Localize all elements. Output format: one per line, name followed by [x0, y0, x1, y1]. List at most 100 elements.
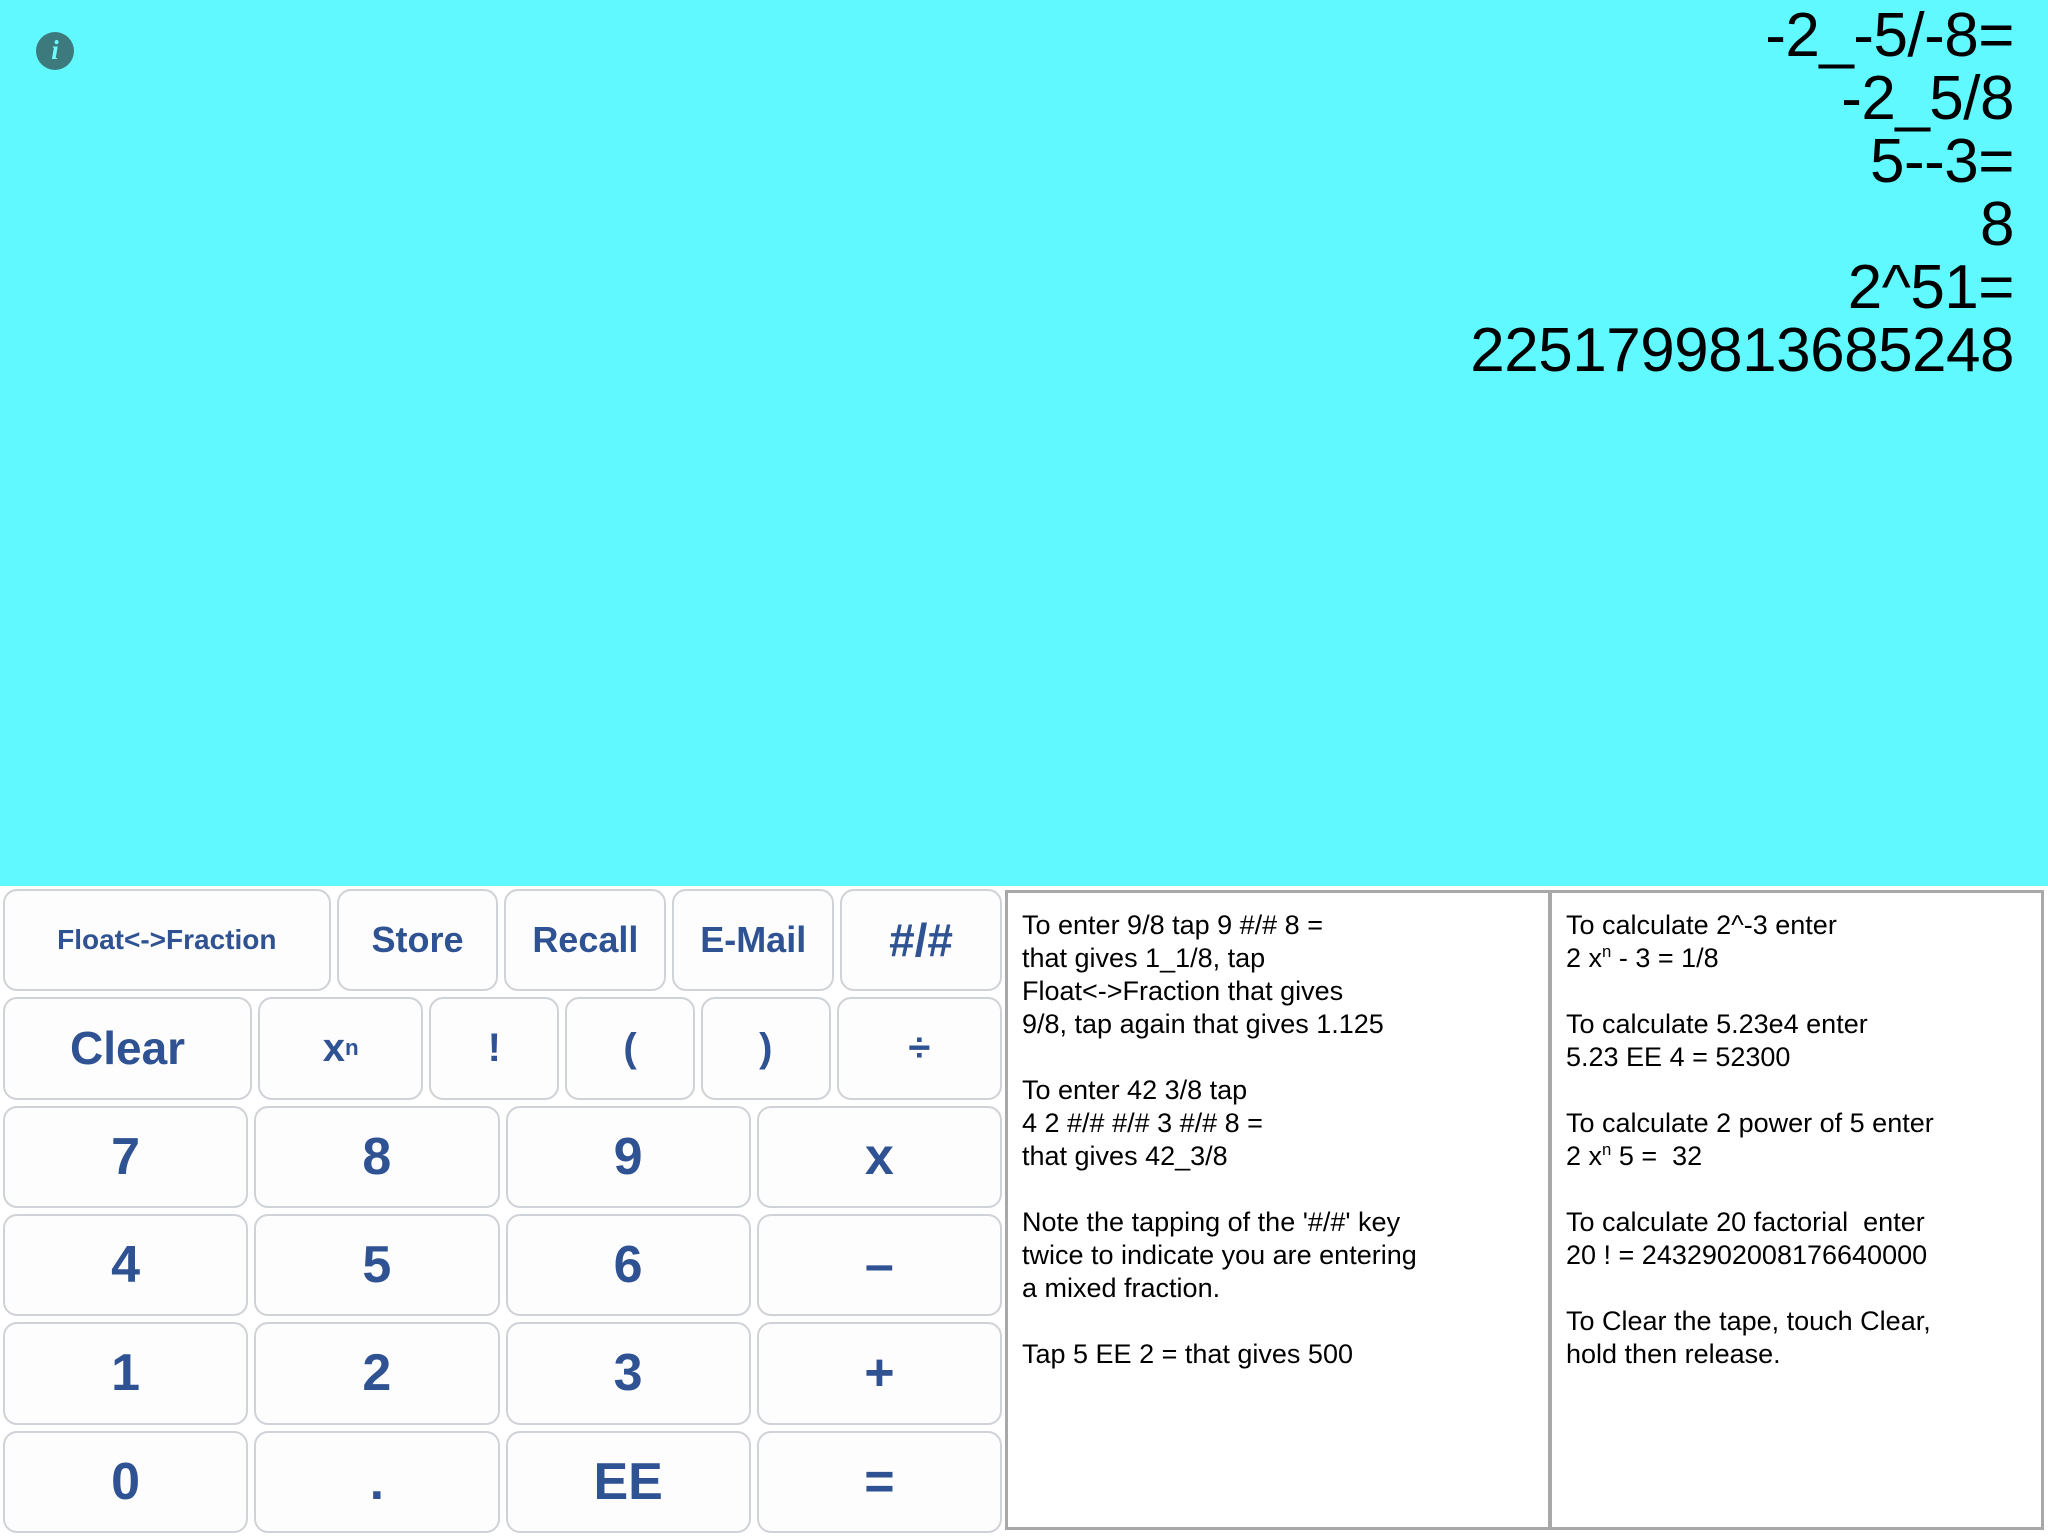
float-fraction-key[interactable]: Float<->Fraction	[3, 889, 331, 992]
key-label: 3	[613, 1344, 643, 1403]
key-label: –	[864, 1236, 894, 1295]
store-key[interactable]: Store	[336, 889, 499, 992]
digit-5-key[interactable]: 5	[254, 1213, 500, 1317]
key-label: 4	[111, 1236, 141, 1295]
digit-9-key[interactable]: 9	[505, 1105, 751, 1208]
help-line: 5.23 EE 4 = 52300	[1566, 1041, 2031, 1074]
key-label: Recall	[532, 919, 639, 961]
close-paren-key[interactable]: )	[700, 997, 831, 1100]
help-paragraph: To calculate 20 factorial enter 20 ! = 24…	[1566, 1206, 2031, 1272]
help-line: To calculate 20 factorial enter	[1566, 1207, 1925, 1237]
keypad-row: Float<->Fraction Store Recall E-Mail #/#	[0, 886, 1005, 994]
help-paragraph: To calculate 5.23e4 enter 5.23 EE 4 = 523…	[1566, 1008, 2031, 1074]
help-paragraph: To enter 9/8 tap 9 #/# 8 = that gives 1_…	[1022, 910, 1384, 1039]
divide-key[interactable]: ÷	[836, 997, 1002, 1100]
tape-line: 8	[1980, 190, 2014, 259]
lower-region: Float<->Fraction Store Recall E-Mail #/# Clea…	[0, 886, 2048, 1536]
mixed-fraction-key[interactable]: #/#	[840, 889, 1002, 992]
email-key[interactable]: E-Mail	[672, 889, 835, 992]
key-label: (	[623, 1026, 637, 1071]
help-paragraph: Tap 5 EE 2 = that gives 500	[1022, 1339, 1353, 1369]
keypad-row: 4 5 6 –	[0, 1211, 1005, 1319]
plus-key[interactable]: +	[756, 1322, 1002, 1425]
help-column-right: To calculate 2^-3 enter 2 xn - 3 = 1/8 To …	[1550, 890, 2044, 1530]
tape-line: 5--3=	[1870, 127, 2014, 196]
help-paragraph: Note the tapping of the '#/#' key twice …	[1022, 1207, 1417, 1303]
help-line-pre: hold then release.	[1566, 1339, 1781, 1369]
help-line-post: - 3 = 1/8	[1611, 943, 1719, 973]
digit-8-key[interactable]: 8	[254, 1105, 500, 1208]
digit-7-key[interactable]: 7	[3, 1105, 249, 1208]
key-label: E-Mail	[700, 919, 807, 961]
recall-key[interactable]: Recall	[504, 889, 667, 992]
key-label: 8	[362, 1127, 392, 1186]
key-label: .	[369, 1452, 385, 1511]
keypad-row: 0. EE =	[0, 1428, 1005, 1536]
key-label: #/#	[889, 914, 954, 967]
power-key[interactable]: xn	[258, 997, 424, 1100]
tape-line: 2^51=	[1847, 253, 2015, 322]
key-label: 9	[613, 1127, 643, 1186]
digit-0-key[interactable]: 0	[3, 1430, 249, 1533]
keypad: Float<->Fraction Store Recall E-Mail #/# Clea…	[0, 886, 1005, 1536]
tape-line: -2_-5/-8=	[1765, 1, 2014, 70]
help-line-pre: 2 x	[1566, 1141, 1603, 1171]
help-paragraph: To calculate 2^-3 enter 2 xn - 3 = 1/8	[1566, 909, 2031, 975]
help-paragraph: To Clear the tape, touch Clear, hold then…	[1566, 1305, 2031, 1371]
clear-key[interactable]: Clear	[3, 997, 253, 1100]
tape-line: 2251799813685248	[1470, 316, 2014, 385]
help-line: 20 ! = 2432902008176640000	[1566, 1239, 2031, 1272]
minus-key[interactable]: –	[756, 1213, 1002, 1317]
help-line-pre: 5.23 EE 4 = 52300	[1566, 1042, 1791, 1072]
factorial-key[interactable]: !	[429, 997, 560, 1100]
key-label: 2	[362, 1344, 392, 1403]
key-label: +	[864, 1344, 895, 1403]
digit-3-key[interactable]: 3	[505, 1322, 751, 1425]
multiply-key[interactable]: x	[756, 1105, 1002, 1208]
help-line: hold then release.	[1566, 1338, 2031, 1371]
help-line-pre: 2 x	[1566, 943, 1603, 973]
key-label: Float<->Fraction	[57, 924, 277, 956]
key-label: Store	[371, 919, 464, 961]
key-label: 7	[111, 1127, 141, 1186]
help-line: 2 xn - 3 = 1/8	[1566, 942, 2031, 975]
key-label: !	[487, 1026, 501, 1071]
keypad-row: 1 2 3 +	[0, 1319, 1005, 1427]
key-label: )	[759, 1026, 773, 1071]
help-panels: To enter 9/8 tap 9 #/# 8 = that gives 1_…	[1005, 886, 2048, 1536]
help-line-pre: 20 ! = 2432902008176640000	[1566, 1240, 1928, 1270]
key-label: =	[864, 1452, 895, 1511]
keypad-row: Clear x n! () ÷	[0, 994, 1005, 1102]
exponent-key[interactable]: EE	[505, 1430, 751, 1533]
help-line: To Clear the tape, touch Clear,	[1566, 1306, 1931, 1336]
help-line-superscript: n	[1602, 1140, 1612, 1159]
digit-4-key[interactable]: 4	[3, 1213, 249, 1317]
help-line: To calculate 2^-3 enter	[1566, 910, 1837, 940]
help-paragraph: To calculate 2 power of 5 enter 2 xn 5 = …	[1566, 1107, 2031, 1173]
tape-display[interactable]: i -2_-5/-8= -2_5/8 5--3= 8 2^51= 225179981368…	[0, 0, 2048, 886]
help-line: To calculate 2 power of 5 enter	[1566, 1108, 1934, 1138]
key-label: EE	[593, 1452, 663, 1511]
digit-2-key[interactable]: 2	[254, 1322, 500, 1425]
key-label: ÷	[908, 1026, 931, 1071]
key-label: Clear	[70, 1022, 186, 1075]
help-paragraph: To enter 42 3/8 tap 4 2 #/# #/# 3 #/# 8 …	[1022, 1075, 1263, 1171]
decimal-point-key[interactable]: .	[254, 1430, 500, 1533]
key-label: 0	[111, 1452, 141, 1511]
tape-line: -2_5/8	[1841, 64, 2014, 133]
digit-6-key[interactable]: 6	[505, 1213, 751, 1317]
help-column-middle: To enter 9/8 tap 9 #/# 8 = that gives 1_…	[1005, 890, 1550, 1530]
help-line-superscript: n	[1602, 942, 1612, 961]
key-label: 1	[111, 1344, 141, 1403]
help-line-post: 5 = 32	[1611, 1141, 1703, 1171]
key-label: x	[864, 1127, 894, 1186]
help-line: To calculate 5.23e4 enter	[1566, 1009, 1868, 1039]
tape-line-list: -2_-5/-8= -2_5/8 5--3= 8 2^51= 22517998136852…	[0, 0, 2014, 382]
keypad-row: 7 8 9 x	[0, 1103, 1005, 1211]
equals-key[interactable]: =	[756, 1430, 1002, 1533]
open-paren-key[interactable]: (	[565, 997, 695, 1100]
key-label: 5	[362, 1236, 392, 1295]
digit-1-key[interactable]: 1	[3, 1322, 249, 1425]
key-label: 6	[613, 1236, 643, 1295]
help-line: 2 xn 5 = 32	[1566, 1140, 2031, 1173]
